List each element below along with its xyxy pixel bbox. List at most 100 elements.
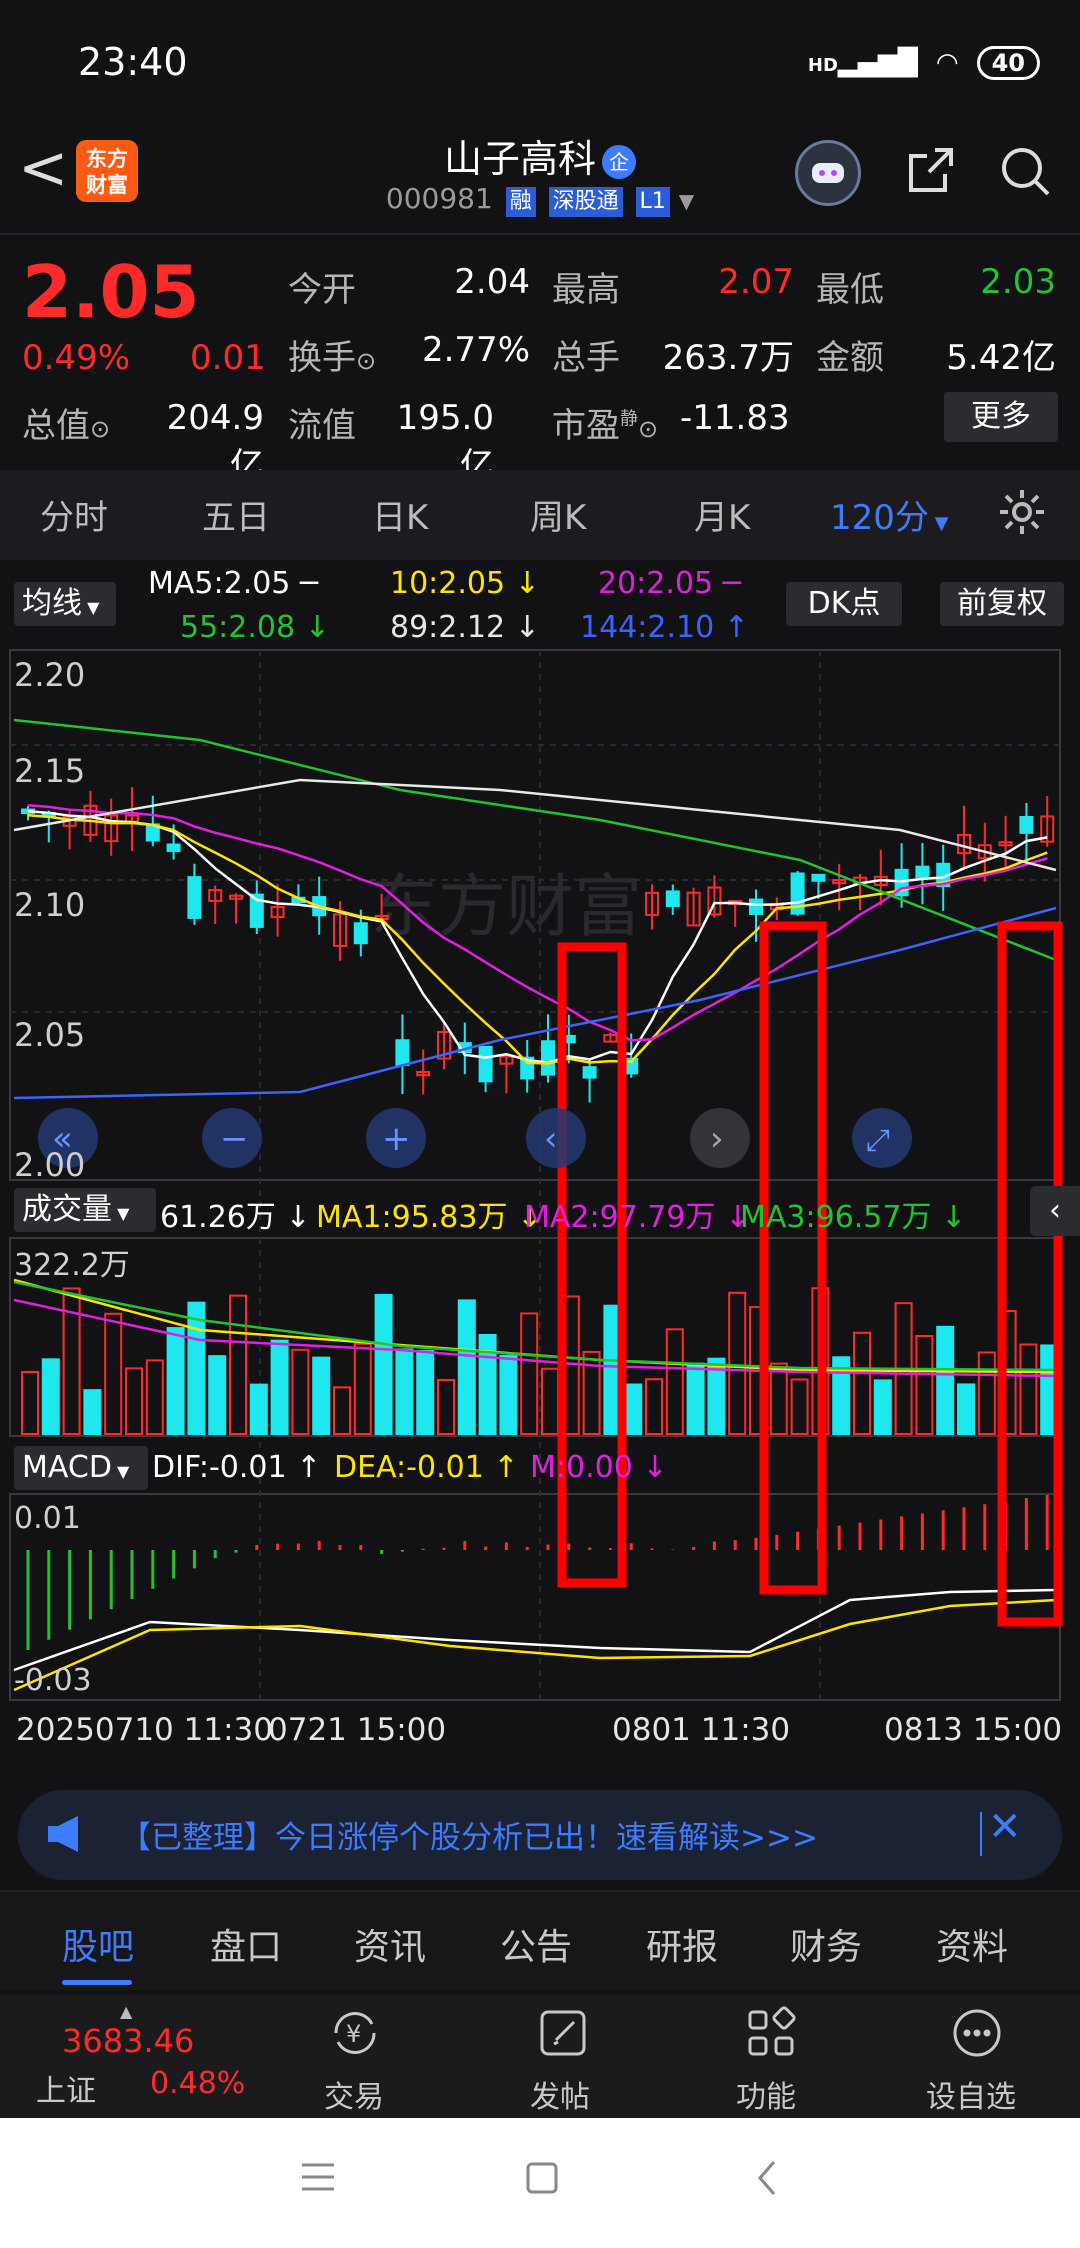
volume-max: 322.2万 <box>14 1248 130 1283</box>
home-icon[interactable] <box>524 2160 560 2200</box>
low-value: 2.03 <box>980 262 1056 302</box>
wifi-icon: ◠ <box>935 48 959 78</box>
header: < 东方 财富 山子高科企 000981 融 深股通 L1 ▼ <box>0 110 1080 235</box>
menu-icon[interactable] <box>298 2160 338 2198</box>
tab-profile[interactable]: 资料 <box>936 1918 1008 1970</box>
function-icon[interactable] <box>742 2004 800 2066</box>
open-label: 今开 <box>288 270 356 310</box>
tag-l1: L1 <box>635 187 670 217</box>
ma10-value: 10:2.05 ↓ <box>390 566 540 601</box>
macd-select[interactable]: MACD ▼ <box>14 1446 148 1490</box>
float-label: 流值 <box>288 406 356 446</box>
tag-sgt: 深股通 <box>548 187 623 217</box>
volume-label: 总手 <box>552 338 620 378</box>
y-tick-2: 2.10 <box>14 886 85 924</box>
index-value[interactable]: 3683.46 <box>62 2022 194 2060</box>
x-label-1: 0721 15:00 <box>268 1712 447 1748</box>
function-label[interactable]: 功能 <box>736 2072 796 2116</box>
tab-research[interactable]: 研报 <box>646 1918 718 1970</box>
svg-text:¥: ¥ <box>346 2020 361 2048</box>
change-amount: 0.01 <box>190 338 266 378</box>
search-icon[interactable] <box>998 144 1054 200</box>
macd-dif: DIF:-0.01 ↑ <box>152 1450 322 1485</box>
tab-weekly-k[interactable]: 周K <box>530 490 586 539</box>
banner-divider <box>980 1812 982 1856</box>
close-icon[interactable]: ✕ <box>988 1804 1022 1850</box>
assistant-robot-icon[interactable] <box>795 140 861 206</box>
pe-label[interactable]: 市盈静⊙ <box>552 398 658 447</box>
active-tab-indicator <box>62 1980 132 1985</box>
pe-value: -11.83 <box>680 398 790 438</box>
y-tick-4: 2.00 <box>14 1146 85 1184</box>
open-value: 2.04 <box>454 262 530 302</box>
tag-rong: 融 <box>505 187 536 217</box>
trade-label[interactable]: 交易 <box>324 2072 384 2116</box>
tab-monthly-k[interactable]: 月K <box>694 490 750 539</box>
volume-value: 263.7万 <box>662 338 794 378</box>
macd-dea: DEA:-0.01 ↑ <box>334 1450 519 1485</box>
tab-daily-k[interactable]: 日K <box>372 490 428 539</box>
post-icon[interactable] <box>534 2004 592 2066</box>
enterprise-badge: 企 <box>602 144 636 179</box>
current-price: 2.05 <box>22 250 200 334</box>
tab-news[interactable]: 资讯 <box>354 1918 426 1970</box>
y-tick-1: 2.15 <box>14 752 85 790</box>
trade-icon[interactable]: ¥ <box>326 2004 384 2066</box>
add-watchlist-label[interactable]: 设自选 <box>926 2072 1016 2116</box>
tab-five-day[interactable]: 五日 <box>202 490 270 539</box>
turnover-value: 2.77% <box>421 330 530 370</box>
low-label: 最低 <box>816 270 884 310</box>
x-label-2: 0801 11:30 <box>612 1712 791 1748</box>
more-button[interactable]: 更多 <box>944 392 1058 442</box>
watermark: 东方财富 <box>370 868 642 947</box>
volume-value: 61.26万 ↓ <box>160 1200 311 1235</box>
svg-text:‹: ‹ <box>544 1119 558 1159</box>
ma-select[interactable]: 均线 ▼ <box>14 582 116 626</box>
turnover-label[interactable]: 换手⊙ <box>288 330 376 379</box>
banner-text[interactable]: 【已整理】今日涨停个股分析已出！速看解读>>> <box>120 1812 818 1857</box>
svg-text:⤢: ⤢ <box>866 1123 890 1158</box>
macd-bars <box>13 1495 1057 1692</box>
signal-icon: HD▂▄▆█ <box>807 48 918 78</box>
tab-120min[interactable]: 120分 ▼ <box>830 490 948 539</box>
volume-bars <box>13 1278 1059 1436</box>
status-icons: HD▂▄▆█ ◠ 40 <box>808 46 1040 80</box>
index-name[interactable]: 上证 <box>36 2066 96 2110</box>
more-dots-icon[interactable] <box>948 2004 1006 2066</box>
ma5-value: MA5:2.05 ─ <box>148 566 318 601</box>
y-tick-0: 2.20 <box>14 656 85 694</box>
index-up-arrow-icon: ▲ <box>120 2002 133 2021</box>
chart-controls: « − + ‹ › ⤢ <box>38 1108 912 1168</box>
adjust-button[interactable]: 前复权 <box>940 582 1064 626</box>
megaphone-icon <box>44 1812 94 1860</box>
tab-announcement[interactable]: 公告 <box>500 1918 572 1970</box>
change-percent: 0.49% <box>22 338 131 378</box>
gear-icon[interactable] <box>996 486 1048 542</box>
index-pct: 0.48% <box>150 2066 246 2101</box>
y-tick-3: 2.05 <box>14 1016 85 1054</box>
macd-top: 0.01 <box>14 1501 81 1536</box>
tab-finance[interactable]: 财务 <box>790 1918 862 1970</box>
x-label-3: 0813 15:00 <box>884 1712 1063 1748</box>
volume-ma1: MA1:95.83万 ↓ <box>316 1200 543 1235</box>
macd-bottom: -0.03 <box>14 1663 92 1698</box>
amount-value: 5.42亿 <box>946 338 1056 378</box>
high-label: 最高 <box>552 270 620 310</box>
share-icon[interactable] <box>905 144 957 196</box>
panel-collapse-icon[interactable]: ‹ <box>1030 1186 1080 1236</box>
back-nav-icon[interactable] <box>752 2158 782 2202</box>
dk-point-button[interactable]: DK点 <box>786 582 902 626</box>
ma20-value: 20:2.05 ─ <box>598 566 741 601</box>
mktcap-label[interactable]: 总值⊙ <box>22 398 110 447</box>
post-label[interactable]: 发帖 <box>530 2072 590 2116</box>
volume-select[interactable]: 成交量 ▼ <box>14 1188 156 1232</box>
svg-text:−: − <box>220 1119 249 1159</box>
status-time: 23:40 <box>78 40 188 84</box>
volume-ma3: MA3:96.57万 ↓ <box>740 1200 967 1235</box>
high-value: 2.07 <box>718 262 794 302</box>
svg-text:+: + <box>382 1119 411 1159</box>
tab-intraday[interactable]: 分时 <box>40 490 108 539</box>
x-label-0: 20250710 11:30 <box>16 1712 273 1748</box>
tab-pankou[interactable]: 盘口 <box>210 1918 282 1970</box>
tab-guba[interactable]: 股吧 <box>62 1918 134 1970</box>
